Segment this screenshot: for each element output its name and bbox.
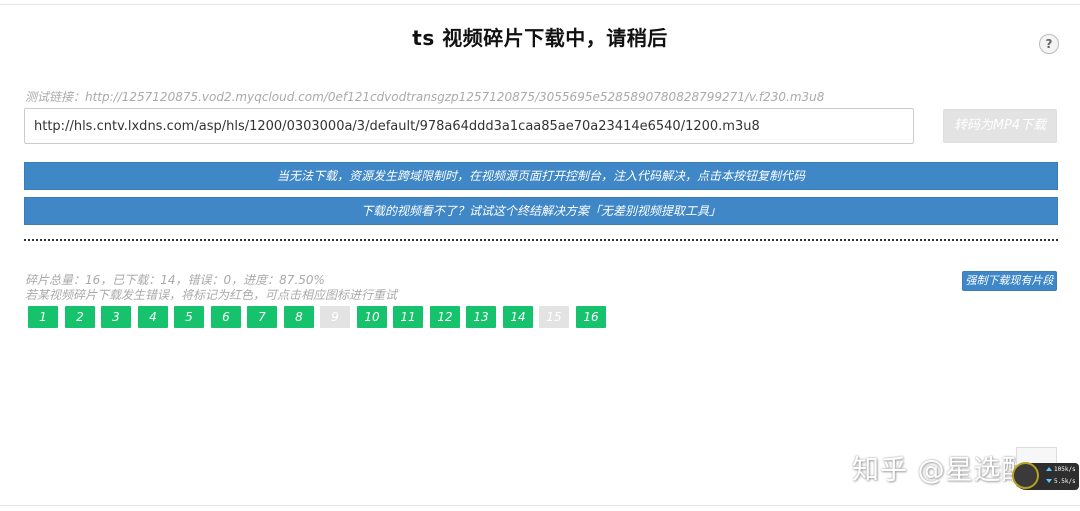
convert-to-mp4-button[interactable]: 转码为MP4下载 [943, 109, 1057, 143]
watermark-text: 知乎 @星选酷 [852, 455, 1030, 486]
dotted-divider [24, 239, 1058, 241]
top-divider [0, 4, 1080, 5]
video-extract-tool-button[interactable]: 下载的视频看不了？试试这个终结解决方案「无差别视频提取工具」 [24, 197, 1058, 225]
segment-tile[interactable]: 9 [320, 306, 350, 328]
help-icon[interactable]: ? [1039, 34, 1059, 54]
segment-tile[interactable]: 3 [101, 306, 131, 328]
error-hint-text: 若某视频碎片下载发生错误，将标记为红色，可点击相应图标进行重试 [25, 288, 398, 302]
bottom-divider [0, 505, 1080, 506]
upload-speed: 105k/s [1054, 466, 1076, 473]
speed-gauge-icon [1012, 462, 1039, 489]
segment-tile[interactable]: 4 [138, 306, 168, 328]
segment-tile[interactable]: 7 [247, 306, 277, 328]
segment-tile[interactable]: 8 [284, 306, 314, 328]
segment-tile[interactable]: 14 [503, 306, 533, 328]
network-speed-widget[interactable]: 105k/s 5.5k/s [1012, 462, 1079, 490]
test-link-text: 测试链接：http://1257120875.vod2.myqcloud.com… [25, 90, 825, 104]
copy-inject-code-button[interactable]: 当无法下载，资源发生跨域限制时，在视频源页面打开控制台，注入代码解决，点击本按钮… [24, 162, 1058, 190]
download-speed: 5.5k/s [1054, 478, 1076, 485]
segment-tile[interactable]: 13 [466, 306, 496, 328]
segment-tile[interactable]: 5 [174, 306, 204, 328]
force-download-button[interactable]: 强制下载现有片段 [962, 271, 1057, 291]
segment-tile[interactable]: 11 [393, 306, 423, 328]
download-arrow-icon [1046, 479, 1052, 483]
upload-arrow-icon [1046, 467, 1052, 471]
segment-tile[interactable]: 6 [211, 306, 241, 328]
segment-tile[interactable]: 15 [539, 306, 569, 328]
segment-tile[interactable]: 1 [28, 306, 58, 328]
segment-tile[interactable]: 16 [576, 306, 606, 328]
m3u8-url-input[interactable] [24, 108, 914, 144]
segment-tile[interactable]: 10 [357, 306, 387, 328]
segment-tile[interactable]: 12 [430, 306, 460, 328]
page-title: ts 视频碎片下载中，请稍后 [412, 26, 668, 50]
segment-tile[interactable]: 2 [65, 306, 95, 328]
